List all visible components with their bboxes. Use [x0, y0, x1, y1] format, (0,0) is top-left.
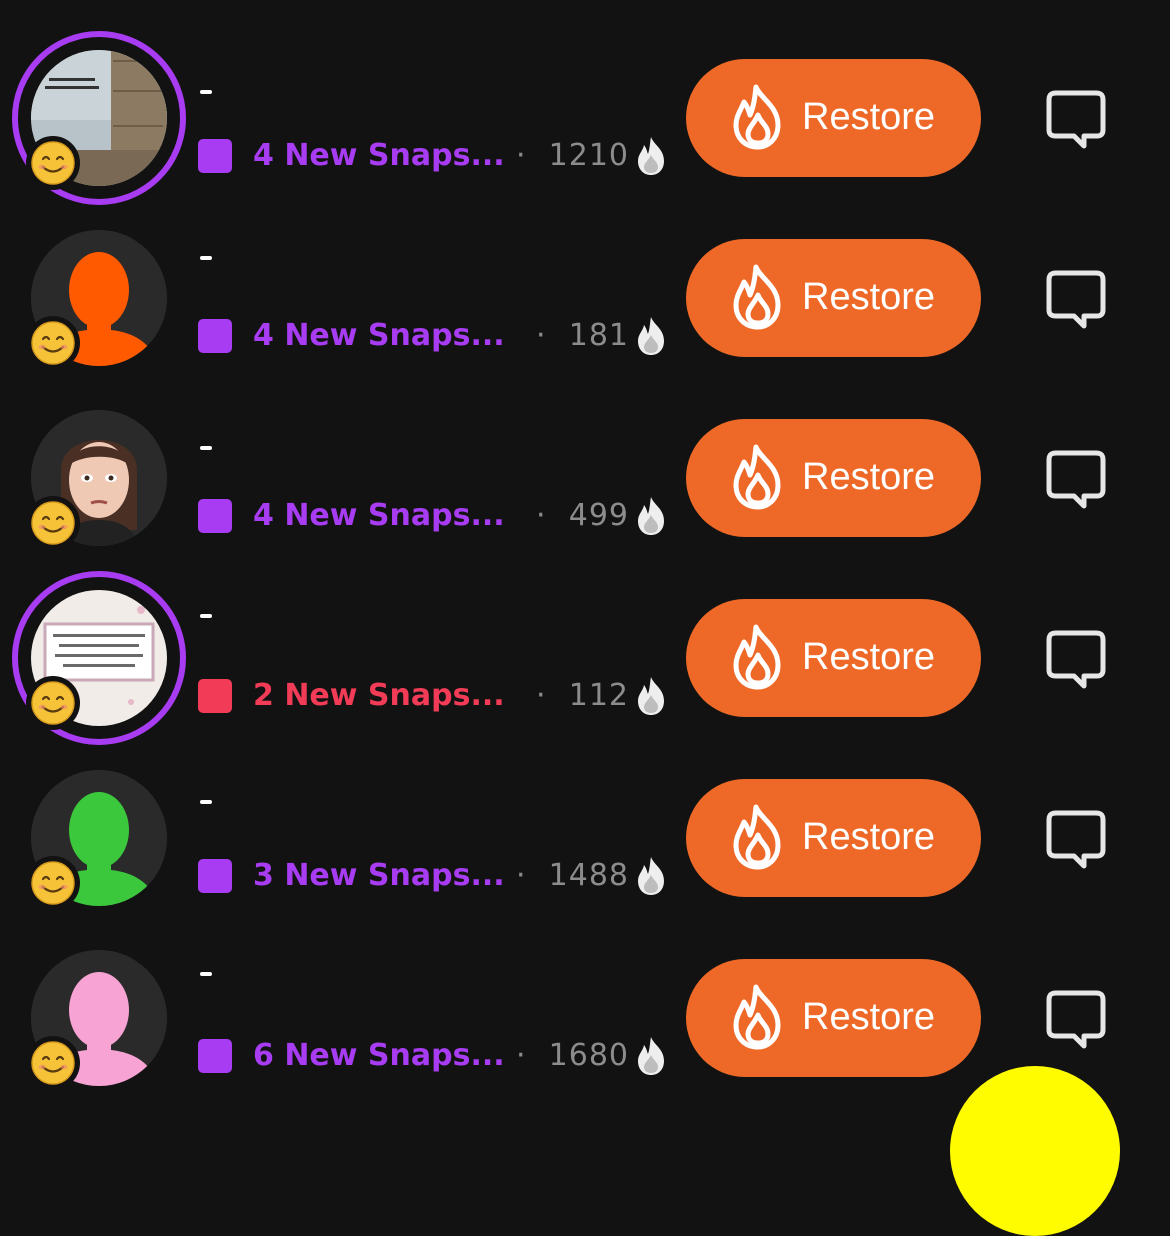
separator-dot: · [536, 318, 546, 353]
new-snaps-label: 2 New Snaps... [253, 678, 505, 713]
restore-label: Restore [802, 996, 936, 1038]
friend-list: 4 New Snaps... · 1210 Restore 4 New Snap… [0, 28, 1170, 1108]
friend-row[interactable]: 4 New Snaps... · 499 Restore [0, 388, 1170, 568]
restore-streak-button[interactable]: Restore [686, 239, 981, 357]
fire-emoji-icon [631, 1035, 671, 1077]
restore-label: Restore [802, 636, 936, 678]
flame-icon [726, 622, 790, 692]
snap-status: 6 New Snaps... · 1680 [198, 1035, 673, 1077]
friend-row[interactable]: 3 New Snaps... · 1488 Restore [0, 748, 1170, 928]
friend-avatar[interactable] [12, 31, 186, 205]
new-snaps-label: 4 New Snaps... [253, 318, 505, 353]
chat-bubble-icon[interactable] [1040, 983, 1112, 1055]
friend-row[interactable]: 2 New Snaps... · 112 Restore [0, 568, 1170, 748]
restore-streak-button[interactable]: Restore [686, 779, 981, 897]
chat-bubble-icon[interactable] [1040, 623, 1112, 695]
friend-name-redacted [200, 256, 212, 260]
flame-icon [726, 442, 790, 512]
streak-count: 1680 [548, 1038, 629, 1073]
fire-emoji-icon [631, 495, 671, 537]
restore-label: Restore [802, 816, 936, 858]
flame-icon [726, 82, 790, 152]
snap-status: 3 New Snaps... · 1488 [198, 855, 673, 897]
streak-count: 181 [568, 318, 629, 353]
friend-avatar[interactable] [12, 391, 186, 565]
camera-fab-button[interactable] [950, 1066, 1120, 1236]
restore-label: Restore [802, 96, 936, 138]
flame-icon [726, 262, 790, 332]
separator-dot: · [516, 138, 526, 173]
smiling-face-emoji-icon [26, 136, 80, 190]
friend-row[interactable]: 4 New Snaps... · 181 Restore [0, 208, 1170, 388]
restore-label: Restore [802, 276, 936, 318]
new-snaps-label: 4 New Snaps... [253, 138, 505, 173]
new-snaps-label: 4 New Snaps... [253, 498, 505, 533]
new-snaps-label: 6 New Snaps... [253, 1038, 505, 1073]
friend-name-redacted [200, 446, 212, 450]
new-snap-square-icon [198, 859, 232, 893]
snap-status: 4 New Snaps... · 181 [198, 315, 673, 357]
fire-emoji-icon [631, 675, 671, 717]
new-snaps-label: 3 New Snaps... [253, 858, 505, 893]
new-snap-square-icon [198, 499, 232, 533]
smiling-face-emoji-icon [26, 856, 80, 910]
restore-streak-button[interactable]: Restore [686, 959, 981, 1077]
new-snap-square-icon [198, 319, 232, 353]
separator-dot: · [536, 678, 546, 713]
chat-bubble-icon[interactable] [1040, 803, 1112, 875]
friend-name-redacted [200, 800, 212, 804]
separator-dot: · [516, 1038, 526, 1073]
smiling-face-emoji-icon [26, 316, 80, 370]
friend-avatar[interactable] [12, 751, 186, 925]
snap-status: 4 New Snaps... · 1210 [198, 135, 673, 177]
separator-dot: · [536, 498, 546, 533]
new-snap-square-icon [198, 1039, 232, 1073]
restore-streak-button[interactable]: Restore [686, 419, 981, 537]
smiling-face-emoji-icon [26, 1036, 80, 1090]
fire-emoji-icon [631, 315, 671, 357]
restore-streak-button[interactable]: Restore [686, 59, 981, 177]
friend-name-redacted [200, 90, 212, 94]
friend-avatar[interactable] [12, 931, 186, 1105]
streak-count: 1210 [548, 138, 629, 173]
new-snap-square-icon [198, 679, 232, 713]
friend-avatar[interactable] [12, 571, 186, 745]
restore-label: Restore [802, 456, 936, 498]
streak-count: 1488 [548, 858, 629, 893]
chat-bubble-icon[interactable] [1040, 263, 1112, 335]
chat-bubble-icon[interactable] [1040, 443, 1112, 515]
friend-row[interactable]: 4 New Snaps... · 1210 Restore [0, 28, 1170, 208]
new-snap-square-icon [198, 139, 232, 173]
friend-avatar[interactable] [12, 211, 186, 385]
snap-status: 2 New Snaps... · 112 [198, 675, 673, 717]
friend-name-redacted [200, 614, 212, 618]
chat-bubble-icon[interactable] [1040, 83, 1112, 155]
separator-dot: · [516, 858, 526, 893]
friend-name-redacted [200, 972, 212, 976]
flame-icon [726, 802, 790, 872]
smiling-face-emoji-icon [26, 496, 80, 550]
flame-icon [726, 982, 790, 1052]
streak-count: 499 [568, 498, 629, 533]
smiling-face-emoji-icon [26, 676, 80, 730]
streak-count: 112 [568, 678, 629, 713]
fire-emoji-icon [631, 855, 671, 897]
snap-status: 4 New Snaps... · 499 [198, 495, 673, 537]
fire-emoji-icon [631, 135, 671, 177]
restore-streak-button[interactable]: Restore [686, 599, 981, 717]
